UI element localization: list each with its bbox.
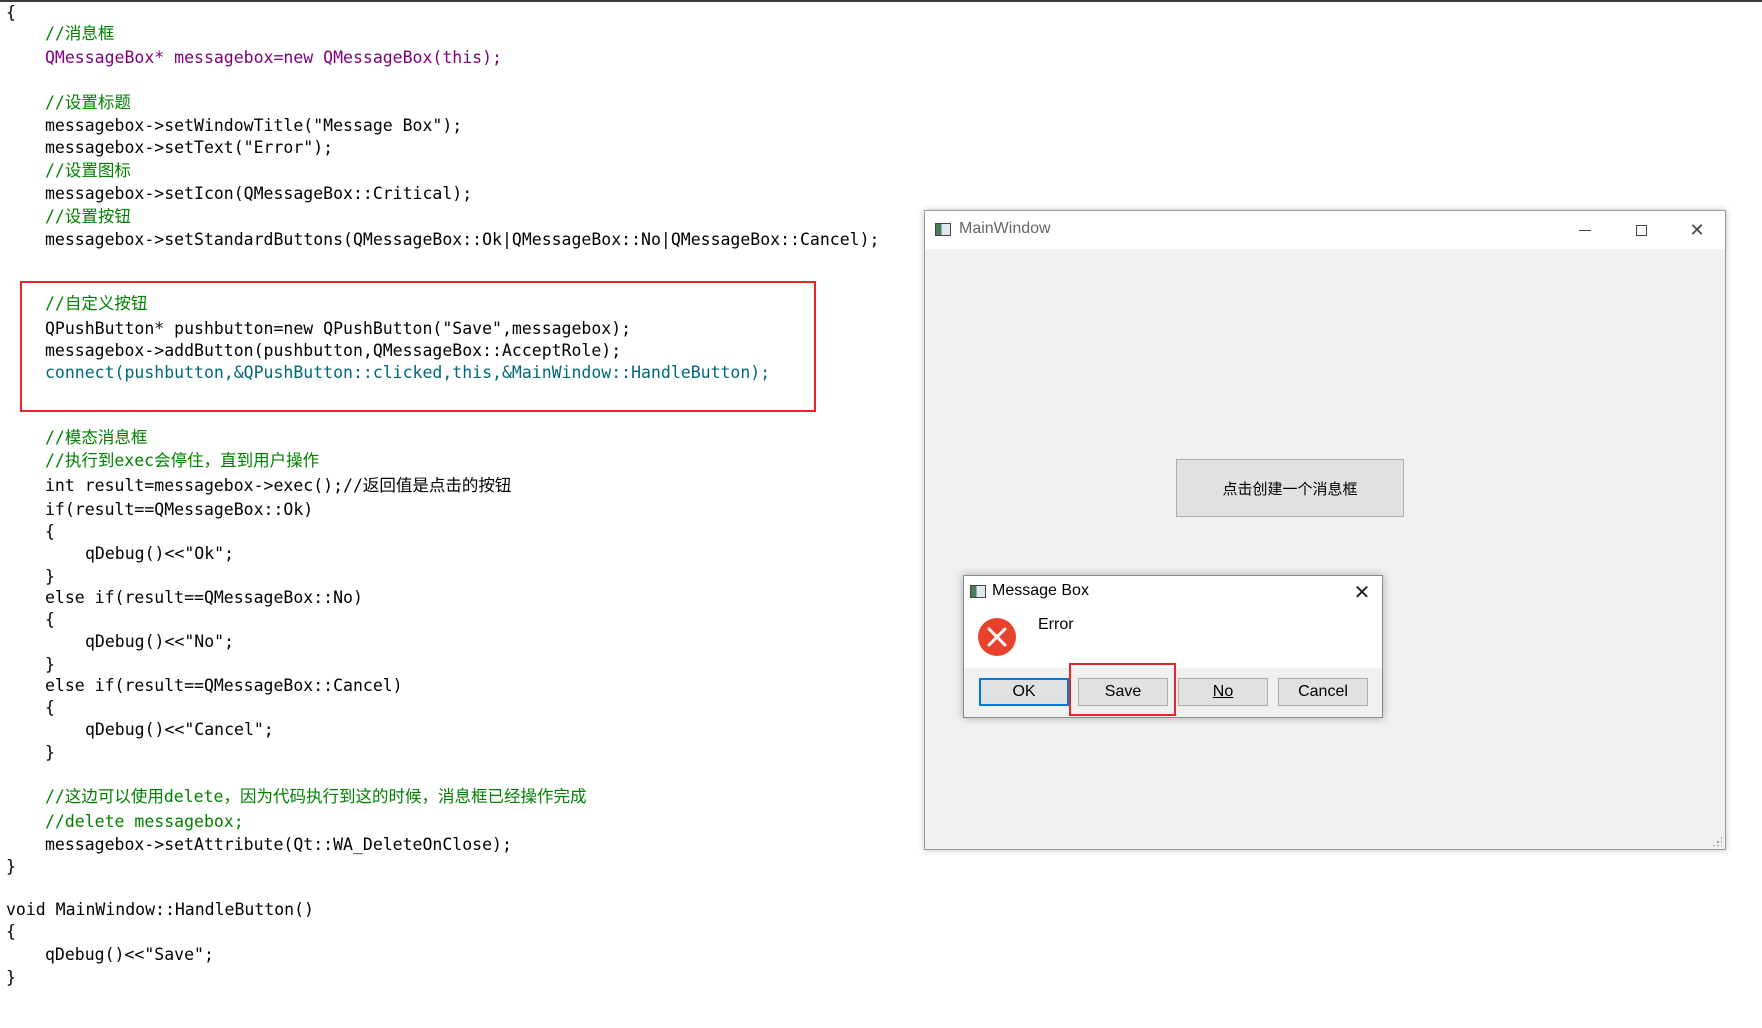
code-line: QMessageBox* messagebox=new QMessageBox(… [45,48,502,67]
app-window-icon [935,223,951,236]
code-line: int result=messagebox->exec();//返回值是点击的按… [45,476,512,495]
close-icon: ✕ [1689,219,1705,240]
main-window-title: MainWindow [959,220,1051,237]
cancel-button[interactable]: Cancel [1278,678,1368,706]
code-line: qDebug()<<"Ok"; [85,544,235,563]
app-window-icon [970,585,986,598]
maximize-button[interactable] [1613,211,1669,249]
code-line: //消息框 [45,24,115,43]
code-line: else if(result==QMessageBox::Cancel) [45,676,403,695]
code-line: //设置标题 [45,93,131,112]
code-line: else if(result==QMessageBox::No) [45,588,363,607]
code-editor[interactable]: { //消息框 QMessageBox* messagebox=new QMes… [0,0,900,1028]
code-line: qDebug()<<"Save"; [45,945,214,964]
code-line: //执行到exec会停住，直到用户操作 [45,451,320,470]
code-line: } [45,567,55,586]
code-line: //设置图标 [45,161,131,180]
message-box-title: Message Box [992,582,1089,599]
code-line: messagebox->setStandardButtons(QMessageB… [45,230,880,249]
code-line: messagebox->setWindowTitle("Message Box"… [45,116,463,135]
code-line: //delete messagebox; [45,812,244,831]
main-window[interactable]: MainWindow ✕ 点击创建一个消息框 [924,210,1726,850]
close-icon: ✕ [1353,581,1371,604]
message-box-titlebar[interactable]: Message Box ✕ [964,576,1382,608]
code-line: { [6,3,16,22]
code-line: messagebox->setIcon(QMessageBox::Critica… [45,184,473,203]
code-line: { [45,698,55,717]
code-line: { [45,522,55,541]
code-line: { [45,610,55,629]
message-box-close-button[interactable]: ✕ [1348,578,1376,606]
minimize-button[interactable] [1557,211,1613,249]
code-line: //模态消息框 [45,428,148,447]
code-line: qDebug()<<"Cancel"; [85,720,274,739]
code-line: void MainWindow::HandleButton() [6,900,314,919]
error-x-glyph [987,627,1007,647]
minimize-icon [1579,229,1591,231]
code-line: if(result==QMessageBox::Ok) [45,500,314,519]
code-line: } [6,857,16,876]
code-line: } [6,968,16,987]
no-button-label: No [1212,683,1234,700]
save-button-highlight [1069,663,1176,716]
close-button[interactable]: ✕ [1669,211,1725,249]
code-line: } [45,743,55,762]
maximize-icon [1635,224,1647,236]
code-line: //这边可以使用delete，因为代码执行到这的时候，消息框已经操作完成 [45,787,587,806]
code-line: qDebug()<<"No"; [85,632,235,651]
message-box-text: Error [1038,616,1074,633]
code-line: messagebox->setAttribute(Qt::WA_DeleteOn… [45,835,512,854]
custom-button-code-highlight [20,281,816,412]
code-line: } [45,655,55,674]
critical-error-icon [978,618,1016,656]
no-button[interactable]: No [1178,678,1268,706]
code-line: { [6,922,16,941]
code-line: //设置按钮 [45,207,131,226]
main-window-titlebar[interactable]: MainWindow ✕ [925,211,1725,249]
message-box-content: Error [964,608,1382,668]
ok-button[interactable]: OK [979,678,1069,706]
code-line: messagebox->setText("Error"); [45,138,334,157]
resize-grip-icon[interactable] [1712,836,1722,846]
create-messagebox-button[interactable]: 点击创建一个消息框 [1176,459,1404,517]
